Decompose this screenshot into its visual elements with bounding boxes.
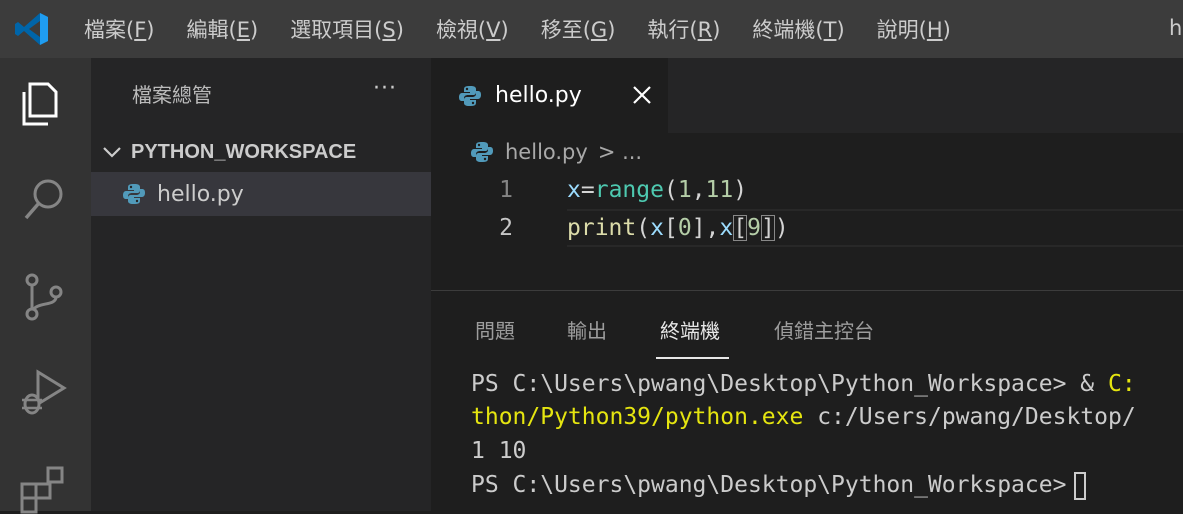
menu-selection[interactable]: 選取項目(S) xyxy=(274,14,420,44)
tab-hello-py[interactable]: hello.py xyxy=(431,58,668,133)
line-number: 2 xyxy=(499,215,513,241)
python-file-icon xyxy=(471,142,493,162)
menu-edit[interactable]: 編輯(E) xyxy=(171,14,275,44)
menu-terminal[interactable]: 終端機(T) xyxy=(736,14,860,44)
terminal-prompt-line[interactable]: PS C:\Users\pwang\Desktop\Python_Workspa… xyxy=(471,468,1087,502)
workspace-folder-header[interactable]: PYTHON_WORKSPACE xyxy=(91,135,431,169)
menu-file[interactable]: 檔案(F) xyxy=(68,14,171,44)
code-line-current[interactable]: 2 print(x[0],x[9]) xyxy=(431,209,1183,247)
terminal-cursor xyxy=(1074,471,1087,500)
menu-help[interactable]: 說明(H) xyxy=(861,14,967,44)
source-control-icon[interactable] xyxy=(18,270,70,322)
tab-output[interactable]: 輸出 xyxy=(567,315,607,344)
terminal-output-line[interactable]: 1 10 xyxy=(471,434,526,468)
editor-tab-strip: hello.py xyxy=(431,58,1183,133)
menu-view[interactable]: 檢視(V) xyxy=(420,14,525,44)
tab-debug-console[interactable]: 偵錯主控台 xyxy=(774,315,874,344)
more-actions-button[interactable]: ··· xyxy=(369,76,401,104)
python-file-icon xyxy=(123,184,145,204)
line-number: 1 xyxy=(499,177,513,203)
explorer-files-icon[interactable] xyxy=(18,78,70,130)
explorer-sidebar: 檔案總管 ··· PYTHON_WORKSPACE hello.py xyxy=(91,58,431,511)
breadcrumb: hello.py > ... xyxy=(431,133,1183,171)
extensions-icon[interactable] xyxy=(18,462,70,514)
window-title: h xyxy=(1169,16,1183,40)
terminal-line[interactable]: PS C:\Users\pwang\Desktop\Python_Workspa… xyxy=(471,367,1136,401)
menu-run[interactable]: 執行(R) xyxy=(631,14,736,44)
terminal-line[interactable]: thon/Python39/python.exe c:/Users/pwang/… xyxy=(471,400,1136,434)
sidebar-title: 檔案總管 xyxy=(132,83,212,107)
run-debug-icon[interactable] xyxy=(18,366,70,418)
breadcrumb-file[interactable]: hello.py xyxy=(505,140,588,164)
file-tree-item-hello-py[interactable]: hello.py xyxy=(91,172,431,216)
search-icon[interactable] xyxy=(18,174,70,226)
menu-bar: 檔案(F) 編輯(E) 選取項目(S) 檢視(V) 移至(G) 執行(R) 終端… xyxy=(0,0,1183,58)
chevron-down-icon xyxy=(103,147,121,158)
code-text: x=range(1,11) xyxy=(567,177,748,203)
file-name: hello.py xyxy=(157,181,244,207)
menu-go[interactable]: 移至(G) xyxy=(525,14,632,44)
breadcrumb-symbols[interactable]: > ... xyxy=(598,140,642,164)
code-line[interactable]: 1 x=range(1,11) xyxy=(431,171,1183,209)
activity-bar xyxy=(0,58,91,514)
tab-terminal[interactable]: 終端機 xyxy=(660,315,720,344)
tab-problems[interactable]: 問題 xyxy=(475,315,515,344)
vscode-logo-icon[interactable] xyxy=(14,11,50,47)
close-icon[interactable] xyxy=(631,84,653,106)
tab-label: hello.py xyxy=(495,83,582,108)
workspace-name: PYTHON_WORKSPACE xyxy=(131,140,357,163)
active-tab-indicator xyxy=(656,357,729,359)
python-file-icon xyxy=(459,85,481,106)
code-editor[interactable]: 1 x=range(1,11) 2 print(x[0],x[9]) xyxy=(431,171,1183,271)
bottom-panel: 問題 輸出 終端機 偵錯主控台 PS C:\Users\pwang\Deskto… xyxy=(431,290,1183,512)
code-text: print(x[0],x[9]) xyxy=(567,215,789,241)
